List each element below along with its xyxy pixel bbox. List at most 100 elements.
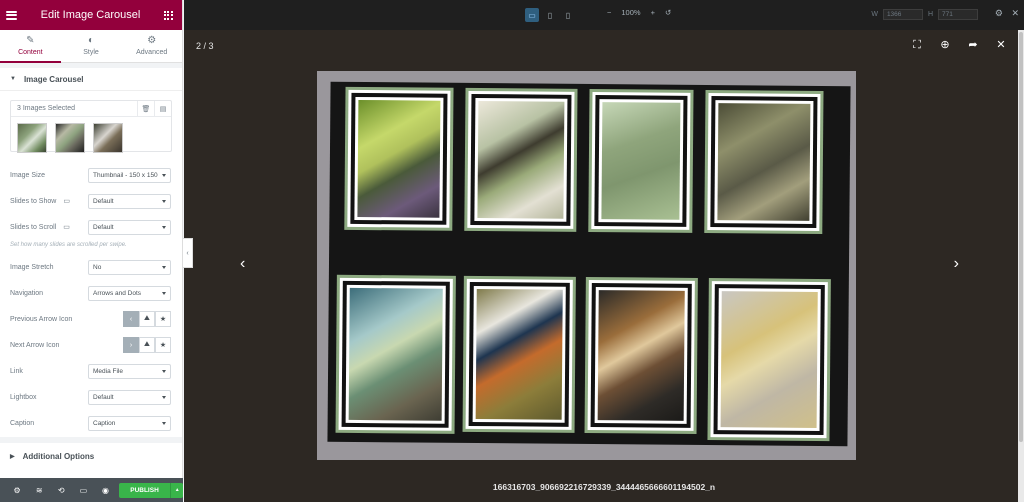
preview-settings-icon[interactable]: ⚙	[995, 8, 1003, 19]
slides-to-scroll-helper: Set how many slides are scrolled per swi…	[10, 242, 127, 248]
zoom-level: 100%	[621, 8, 641, 17]
zoom-controls: − 100% + ↺	[607, 8, 671, 17]
widgets-grid-icon[interactable]	[163, 10, 173, 20]
lightbox-select[interactable]: Default	[88, 389, 171, 405]
control-previous-arrow-icon: Previous Arrow Icon ‹ ⛰ ★	[0, 306, 182, 332]
width-label: W	[871, 11, 878, 18]
height-label: H	[927, 11, 933, 18]
preview-eye-icon[interactable]: ◉	[94, 486, 116, 495]
slides-to-scroll-select[interactable]: Default	[88, 219, 171, 235]
artwork-card	[707, 278, 831, 442]
tablet-device-icon[interactable]: ▯	[543, 8, 557, 22]
slides-to-show-select[interactable]: Default	[88, 193, 171, 209]
panel-header: Edit Image Carousel	[0, 0, 182, 30]
close-icon[interactable]: ✕	[995, 39, 1007, 51]
width-input[interactable]: 1366	[882, 9, 923, 20]
control-lightbox: Lightbox Default	[0, 384, 182, 410]
delete-icon[interactable]: ▤	[154, 100, 171, 117]
link-select[interactable]: Media File	[88, 363, 171, 379]
star-icon[interactable]: ★	[155, 311, 171, 327]
caret-down-icon: ▼	[10, 76, 16, 82]
height-input[interactable]: 771	[938, 9, 978, 20]
control-caption: Caption Caption	[0, 410, 182, 436]
tab-advanced[interactable]: ⚙ Advanced	[121, 30, 182, 62]
chevron-right-icon[interactable]: ›	[123, 337, 139, 353]
settings-icon[interactable]: ⚙	[6, 486, 28, 495]
section-title: Additional Options	[22, 451, 95, 461]
menu-icon[interactable]	[6, 10, 17, 20]
trash-icon[interactable]: 🗑	[137, 100, 154, 117]
history-icon[interactable]: ⟲	[50, 486, 72, 495]
desktop-device-icon[interactable]: ▭	[525, 8, 539, 22]
editor-panel: Edit Image Carousel ✎ Content ◐ Style ⚙ …	[0, 0, 183, 502]
section-image-carousel[interactable]: ▼ Image Carousel	[0, 68, 182, 91]
chevron-left-icon[interactable]: ‹	[123, 311, 139, 327]
control-label: Slides to Scroll	[10, 223, 57, 231]
share-icon[interactable]: ➦	[967, 39, 979, 51]
control-label: Slides to Show	[10, 197, 57, 205]
star-icon[interactable]: ★	[155, 337, 171, 353]
publish-button[interactable]: PUBLISH	[118, 482, 171, 498]
gallery-bar: 3 Images Selected 🗑 ▤	[11, 100, 171, 117]
gallery-thumbnail[interactable]	[93, 123, 123, 153]
artwork-card	[704, 90, 824, 235]
panel-tabs: ✎ Content ◐ Style ⚙ Advanced	[0, 30, 182, 63]
previous-slide-icon[interactable]: ‹	[240, 255, 245, 273]
navigation-select[interactable]: Arrows and Dots	[88, 285, 171, 301]
control-link: Link Media File	[0, 358, 182, 384]
artwork-card	[462, 275, 576, 433]
image-caption: 166316703_906692216729339_34444656666011…	[492, 482, 716, 492]
responsive-mode-icon[interactable]: ▭	[72, 486, 94, 495]
slide-counter: 2 / 3	[196, 41, 214, 51]
control-label: Image Size	[10, 171, 46, 179]
mobile-device-icon[interactable]: ▯	[561, 8, 575, 22]
control-label-wrap: Slides to Scroll ▭	[10, 223, 88, 232]
gallery-thumbnail[interactable]	[17, 123, 47, 153]
panel-footer: ⚙ ≋ ⟲ ▭ ◉ PUBLISH ▲	[0, 478, 183, 502]
artwork-board	[327, 81, 851, 447]
control-next-arrow-icon: Next Arrow Icon › ⛰ ★	[0, 332, 182, 358]
artwork-card	[335, 274, 456, 434]
half-circle-icon: ◐	[87, 35, 95, 46]
tab-style[interactable]: ◐ Style	[61, 30, 122, 62]
upload-svg-icon[interactable]: ⛰	[139, 311, 155, 327]
zoom-out-icon[interactable]: −	[607, 8, 611, 17]
reset-zoom-icon[interactable]: ↺	[665, 8, 671, 17]
panel-title: Edit Image Carousel	[40, 9, 141, 21]
tab-content[interactable]: ✎ Content	[0, 30, 61, 63]
device-switcher: ▭ ▯ ▯	[525, 8, 575, 22]
navigator-layers-icon[interactable]: ≋	[28, 486, 50, 495]
fullscreen-icon[interactable]: ⛶	[911, 39, 923, 51]
zoom-icon[interactable]: ⊕	[939, 39, 951, 51]
zoom-in-icon[interactable]: +	[651, 8, 655, 17]
caret-right-icon: ▶	[10, 453, 15, 460]
gear-icon: ⚙	[147, 35, 157, 46]
scrollbar-thumb[interactable]	[1019, 32, 1023, 442]
artwork-card	[588, 88, 694, 233]
next-slide-icon[interactable]: ›	[954, 255, 959, 273]
upload-svg-icon[interactable]: ⛰	[139, 337, 155, 353]
control-label-wrap: Slides to Show ▭	[10, 197, 88, 206]
section-additional-options[interactable]: ▶ Additional Options	[0, 443, 182, 469]
control-slides-to-scroll: Slides to Scroll ▭ Default	[0, 214, 182, 240]
desktop-icon[interactable]: ▭	[63, 223, 70, 231]
gallery-count: 3 Images Selected	[17, 105, 75, 112]
gallery-thumbnails	[11, 117, 171, 153]
gallery-thumbnail[interactable]	[55, 123, 85, 153]
artwork-card	[464, 87, 578, 232]
control-navigation: Navigation Arrows and Dots	[0, 280, 182, 306]
caption-select[interactable]: Caption	[88, 415, 171, 431]
collapse-panel-handle[interactable]: ‹	[183, 238, 193, 268]
close-preview-icon[interactable]: ✕	[1011, 8, 1019, 19]
image-size-select[interactable]: Thumbnail - 150 x 150	[88, 167, 171, 183]
tab-content-label: Content	[18, 49, 43, 56]
publish-options-button[interactable]: ▲	[170, 482, 183, 498]
control-label: Next Arrow Icon	[10, 341, 60, 349]
tab-style-label: Style	[83, 49, 99, 56]
image-stretch-select[interactable]: No	[88, 259, 171, 275]
scrollbar[interactable]	[1018, 30, 1024, 502]
desktop-icon[interactable]: ▭	[63, 197, 70, 205]
control-label: Link	[10, 367, 23, 375]
gallery-control[interactable]: 3 Images Selected 🗑 ▤	[10, 100, 172, 153]
